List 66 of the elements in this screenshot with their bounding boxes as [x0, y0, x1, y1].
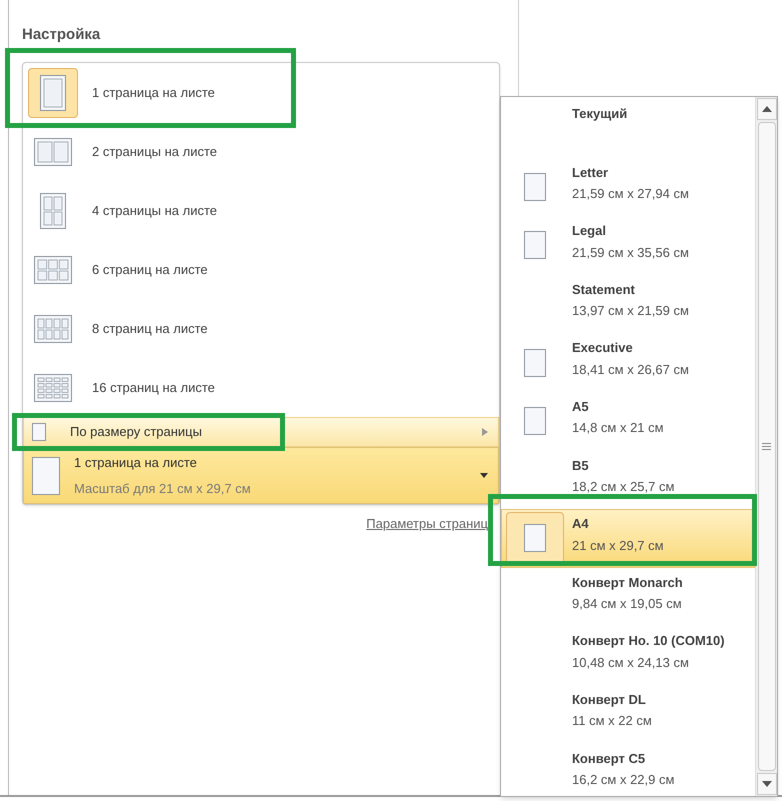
paper-name: Letter — [572, 164, 610, 182]
paper-dimensions: 21,59 см x 27,94 см — [572, 185, 689, 204]
paper-dimensions: 14,8 см x 21 см — [572, 419, 664, 438]
paper-size-item[interactable]: Letter 21,59 см x 27,94 см — [501, 158, 755, 216]
menu-item[interactable]: 2 страницы на листе — [23, 122, 499, 181]
paper-dimensions: 13,97 см x 21,59 см — [572, 302, 689, 320]
page-icon — [32, 423, 46, 441]
page-layout-icon — [34, 314, 72, 342]
paper-name: Executive — [572, 339, 634, 358]
paper-size-item[interactable]: Executive 18,41 см x 26,67 см — [501, 333, 755, 392]
paper-dimensions: 11 см x 22 см — [572, 712, 652, 730]
page-icon — [524, 348, 546, 377]
paper-size-item[interactable]: Statement 13,97 см x 21,59 см — [501, 274, 755, 334]
paper-dimensions: 10,48 см x 24,13 см — [572, 654, 690, 672]
scroll-down-icon[interactable] — [762, 781, 772, 787]
paper-dimensions: 21 см x 29,7 см — [572, 536, 664, 555]
section-title: Настройка — [22, 25, 102, 45]
paper-name: B5 — [572, 456, 590, 475]
paper-name: Конверт Но. 10 (COM10) — [572, 632, 725, 650]
paper-size-item[interactable]: A5 14,8 см x 21 см — [501, 392, 755, 451]
page-icon — [524, 231, 546, 260]
menu-item[interactable]: 16 страниц на листе — [23, 358, 499, 417]
paper-name: Statement — [572, 280, 636, 299]
paper-size-item[interactable]: Legal 21,59 см x 35,56 см — [501, 216, 755, 275]
paper-size-item[interactable]: Текущий — [501, 99, 755, 158]
scroll-up-icon[interactable] — [762, 106, 772, 112]
paper-size-item[interactable]: Конверт Но. 10 (COM10) 10,48 см x 24,13 см — [501, 626, 755, 685]
page-icon — [32, 456, 60, 494]
paper-name: Текущий — [572, 105, 628, 123]
paper-dimensions: 18,2 см x 25,7 см — [572, 478, 674, 496]
current-setting-dropdown[interactable]: 1 страница на листе Масштаб для 21 см x 29,7 см — [23, 447, 499, 504]
page-icon — [524, 407, 546, 436]
page-layout-icon — [34, 374, 72, 402]
scrollbar[interactable] — [755, 97, 777, 796]
grip-icon[interactable] — [762, 443, 771, 450]
caret-icon — [480, 473, 488, 478]
menu-item[interactable]: 4 страницы на листе — [23, 181, 499, 240]
page-layout-icon — [34, 256, 72, 284]
menu-item[interactable]: 8 страниц на листе — [23, 299, 499, 358]
paper-name: Конверт DL — [572, 690, 647, 709]
paper-name: A4 — [572, 515, 590, 534]
paper-dimensions: 16,2 см x 22,9 см — [572, 771, 674, 790]
page-layout-icon — [40, 192, 66, 228]
menu-item[interactable]: 6 страниц на листе — [23, 240, 499, 299]
paper-size-item[interactable]: Конверт Monarch 9,84 см x 19,05 см — [501, 568, 755, 626]
page-setup-link[interactable]: Параметры страниц — [366, 514, 488, 534]
paper-name: Legal — [572, 222, 607, 240]
paper-size-item[interactable]: Конверт C5 16,2 см x 22,9 см — [501, 744, 755, 796]
paper-size-item[interactable]: A4 21 см x 29,7 см — [501, 509, 755, 568]
paper-dimensions: 9,84 см x 19,05 см — [572, 595, 683, 614]
paper-name: Конверт Monarch — [572, 574, 683, 592]
menu-item[interactable]: 1 страница на листе — [23, 63, 499, 122]
paper-name: A5 — [572, 398, 590, 416]
page-layout-icon — [34, 138, 72, 166]
paper-size-item[interactable]: B5 18,2 см x 25,7 см — [501, 450, 755, 510]
page-layout-icon — [40, 74, 66, 110]
paper-dimensions: 21,59 см x 35,56 см — [572, 244, 689, 262]
page-icon — [524, 172, 546, 201]
submenu-arrow-icon — [482, 428, 488, 436]
paper-size-item[interactable]: Конверт DL 11 см x 22 см — [501, 684, 755, 744]
setting-subtitle: Масштаб для 21 см x 29,7 см — [74, 480, 251, 498]
paper-name: Конверт C5 — [572, 750, 646, 768]
menu-item[interactable]: По размеру страницы — [23, 417, 499, 447]
setting-title: 1 страница на листе — [74, 454, 198, 472]
paper-dimensions: 18,41 см x 26,67 см — [572, 360, 689, 379]
page-icon — [524, 524, 546, 552]
